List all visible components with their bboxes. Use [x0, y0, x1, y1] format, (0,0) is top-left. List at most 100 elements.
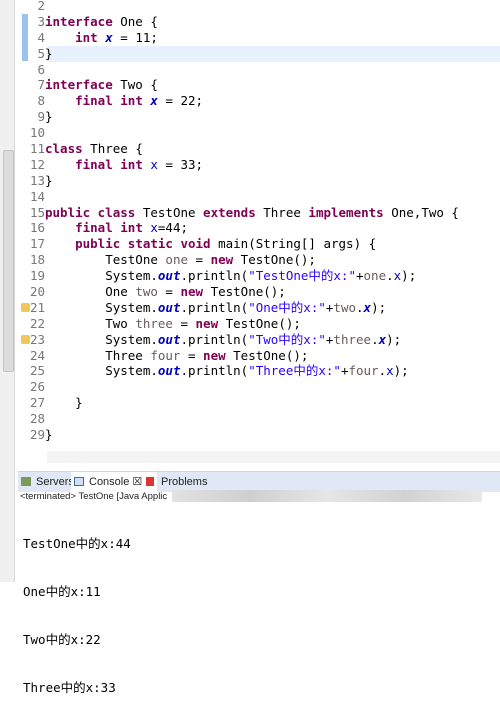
line-number: 7 [37, 77, 45, 93]
horizontal-scrollbar[interactable] [47, 451, 500, 463]
code-token: one [165, 252, 188, 268]
code-token: final int [75, 156, 143, 172]
code-token: new [210, 252, 234, 268]
code-line[interactable]: 12 final int x = 33; [14, 157, 500, 173]
code-editor[interactable]: 2 3interface One {4 int x = 11; 5} 6 7interf… [0, 0, 500, 465]
warning-icon[interactable] [21, 302, 30, 312]
code-token: = 11; [112, 29, 158, 45]
code-token: } [45, 172, 53, 188]
code-line[interactable]: 7interface Two { [14, 77, 500, 93]
code-token: ); [371, 299, 387, 315]
code-token: TestOne(); [218, 315, 301, 331]
code-line[interactable]: 29} [14, 427, 500, 443]
line-number: 22 [29, 315, 45, 331]
panel-tabs: Servers Console ☒ Problems [18, 471, 500, 492]
code-line[interactable]: 2 [14, 0, 500, 14]
code-text: public static void main(String[] args) { [45, 236, 376, 251]
code-token: implements [308, 204, 384, 220]
line-number: 28 [29, 411, 45, 427]
line-number: 11 [29, 141, 45, 157]
code-token: Three [45, 347, 151, 363]
redacted-path [172, 490, 482, 502]
code-token: One [45, 284, 136, 300]
code-text: } [45, 395, 83, 410]
code-token: .println( [180, 331, 249, 347]
scrollbar-thumb[interactable] [3, 150, 14, 372]
code-line[interactable]: 6 [14, 62, 500, 78]
code-token: three [333, 331, 372, 347]
code-line[interactable]: 17 public static void main(String[] args… [14, 236, 500, 252]
code-token: } [45, 109, 53, 125]
code-token: "TestOne中的x:" [248, 268, 356, 284]
console-output[interactable]: TestOne中的x:44 One中的x:11 Two中的x:22 Three中… [23, 504, 131, 712]
code-text: } [45, 173, 53, 188]
code-line[interactable]: 19 System.out.println("TestOne中的x:"+one.… [14, 268, 500, 284]
code-token: "Two中的x:" [248, 331, 326, 347]
code-token: public class [45, 204, 136, 220]
code-line[interactable]: 5} [14, 46, 500, 62]
code-line[interactable]: 28 [14, 411, 500, 427]
code-token: + [356, 268, 364, 284]
code-text: class Three { [45, 141, 143, 156]
line-number: 29 [29, 427, 45, 443]
code-token: .println( [180, 299, 249, 315]
code-line[interactable]: 10 [14, 125, 500, 141]
code-token: out [157, 268, 181, 284]
output-line: Two中的x:22 [23, 632, 101, 647]
warning-icon[interactable] [21, 334, 30, 344]
code-line[interactable]: 18 TestOne one = new TestOne(); [14, 252, 500, 268]
code-text: System.out.println("TestOne中的x:"+one.x); [45, 268, 416, 283]
code-text: Three four = new TestOne(); [45, 348, 308, 363]
line-number: 14 [29, 188, 45, 204]
code-text: } [45, 109, 53, 124]
code-line[interactable]: 3interface One { [14, 14, 500, 30]
code-token: int [75, 29, 98, 45]
code-line[interactable]: 23 System.out.println("Two中的x:"+three.x)… [14, 332, 500, 348]
code-token: } [45, 395, 83, 411]
code-line[interactable]: 22 Two three = new TestOne(); [14, 316, 500, 332]
code-token: TestOne(); [233, 252, 316, 268]
code-line[interactable]: 9} [14, 109, 500, 125]
line-number: 2 [37, 0, 45, 13]
code-line[interactable]: 20 One two = new TestOne(); [14, 284, 500, 300]
code-line[interactable]: 4 int x = 11; [14, 30, 500, 46]
code-token: ); [401, 268, 417, 284]
line-number: 12 [29, 156, 45, 172]
code-token: = [157, 284, 181, 300]
line-number: 15 [29, 204, 45, 220]
code-line[interactable]: 27 } [14, 395, 500, 411]
tab-problems[interactable]: Problems [143, 472, 221, 492]
code-line[interactable]: 24 Three four = new TestOne(); [14, 348, 500, 364]
code-token: new [195, 315, 219, 331]
code-token: TestOne(); [203, 284, 286, 300]
output-line: Three中的x:33 [23, 680, 116, 695]
code-line[interactable]: 16 final int x=44; [14, 220, 500, 236]
code-lines[interactable]: 2 3interface One {4 int x = 11; 5} 6 7interf… [14, 0, 500, 443]
problems-icon [146, 477, 154, 486]
code-line[interactable]: 21 System.out.println("One中的x:"+two.x); [14, 300, 500, 316]
code-line[interactable]: 8 final int x = 22; [14, 93, 500, 109]
vertical-scrollbar[interactable] [0, 0, 15, 582]
code-token: interface [45, 13, 113, 29]
code-line[interactable]: 14 [14, 189, 500, 205]
line-number: 17 [29, 236, 45, 252]
code-line[interactable]: 13} [14, 173, 500, 189]
code-token: = [172, 315, 196, 331]
code-token: One { [112, 13, 158, 29]
code-token: final int [75, 93, 143, 109]
code-text: System.out.println("One中的x:"+two.x); [45, 300, 386, 315]
code-token: four [348, 363, 379, 379]
code-token: three [135, 315, 173, 331]
code-line[interactable]: 26 [14, 379, 500, 395]
line-number: 26 [29, 379, 45, 395]
code-token: . [356, 299, 364, 315]
code-line[interactable]: 11class Three { [14, 141, 500, 157]
code-text: final int x=44; [45, 220, 188, 235]
line-number: 6 [37, 61, 45, 77]
code-line[interactable]: 25 System.out.println("Three中的x:"+four.x… [14, 363, 500, 379]
code-line[interactable]: 15public class TestOne extends Three imp… [14, 205, 500, 221]
line-number: 27 [29, 395, 45, 411]
code-token: Three { [82, 141, 143, 157]
